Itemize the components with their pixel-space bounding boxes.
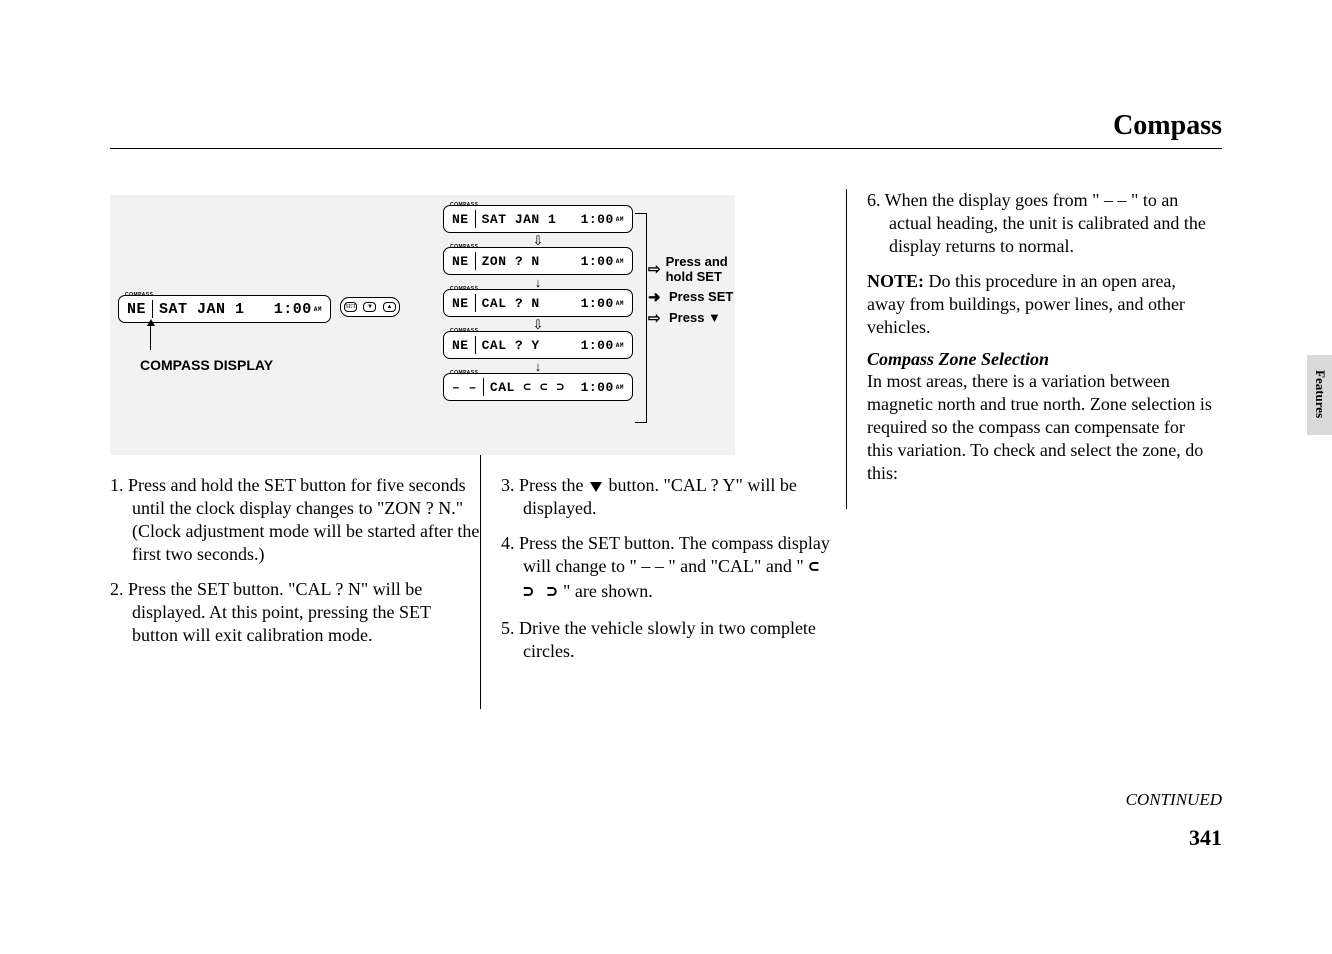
lcd-mid: CAL ? N [482, 296, 540, 311]
figure-compass-calibration: COMPASS NE SAT JAN 1 1:00 AM SET ▼ ▲ COM… [110, 195, 735, 455]
lcd-left: NE [452, 212, 469, 227]
lcd-left: NE [452, 296, 469, 311]
lcd-step-3: COMPASS NE CAL ? N 1:00AM [443, 289, 633, 317]
note-label: NOTE: [867, 271, 924, 291]
compass-tag: COMPASS [450, 286, 478, 292]
step-1: 1. Press and hold the SET button for fiv… [110, 474, 480, 566]
page-title: Compass [110, 110, 1222, 149]
lcd-time: 1:00 [581, 296, 614, 311]
step-4-post: " are shown. [558, 581, 652, 601]
step-4-pre: 4. Press the SET button. The compass dis… [501, 533, 830, 576]
clock-button-cluster: SET ▼ ▲ [340, 297, 400, 317]
lcd-ampm: AM [314, 306, 322, 313]
lcd-date: SAT JAN 1 [159, 301, 245, 318]
set-button-icon: SET [344, 302, 357, 312]
step-6: 6. When the display goes from " – – " to… [867, 189, 1212, 258]
lcd-mid: CAL ? Y [482, 338, 540, 353]
pointer-arrow-icon [150, 325, 151, 350]
step-3: 3. Press the button. "CAL ? Y" will be d… [501, 474, 831, 520]
annot-text: Press ▼ [669, 311, 721, 326]
note-paragraph: NOTE: Do this procedure in an open area,… [867, 270, 1212, 339]
step-5: 5. Drive the vehicle slowly in two compl… [501, 617, 831, 663]
continued-label: CONTINUED [1126, 790, 1222, 810]
lcd-left: – – [452, 380, 477, 395]
open-right-arrow-icon: ⇨ [648, 310, 664, 327]
annot-text: Press and hold SET [666, 255, 748, 285]
up-button-icon: ▲ [383, 302, 396, 312]
lcd-ampm: AM [616, 216, 624, 223]
step-3-pre: 3. Press the [501, 475, 588, 495]
lcd-left: NE [452, 338, 469, 353]
compass-display-label: COMPASS DISPLAY [140, 357, 273, 373]
compass-tag: COMPASS [450, 370, 478, 376]
figure-annotations: ⇨ Press and hold SET ➜ Press SET ⇨ Press… [648, 255, 748, 331]
lcd-step-5: COMPASS – – CAL ⊂ ⊂ ⊃ 1:00AM [443, 373, 633, 401]
compass-tag: COMPASS [450, 202, 478, 208]
lcd-step-1: COMPASS NE SAT JAN 1 1:00AM [443, 205, 633, 233]
lcd-time: 1:00 [274, 301, 312, 318]
subsection-heading: Compass Zone Selection [867, 349, 1212, 370]
open-down-arrow-icon: ⇩ [533, 318, 544, 331]
lcd-time: 1:00 [581, 380, 614, 395]
lcd-mid: CAL ⊂ ⊂ ⊃ [490, 380, 565, 395]
zone-paragraph: In most areas, there is a variation betw… [867, 370, 1212, 485]
open-down-arrow-icon: ⇩ [533, 234, 544, 247]
annot-text-inner: Press ▼ [669, 310, 721, 325]
lcd-heading: NE [127, 301, 146, 318]
compass-tag: COMPASS [450, 328, 478, 334]
solid-down-arrow-icon: ↓ [535, 276, 542, 289]
open-right-arrow-icon: ⇨ [648, 261, 661, 278]
lcd-left: NE [452, 254, 469, 269]
lcd-ampm: AM [616, 300, 624, 307]
separator-icon [152, 300, 153, 318]
annot-press-down: ⇨ Press ▼ [648, 310, 748, 327]
solid-down-arrow-icon: ↓ [535, 360, 542, 373]
compass-tag: COMPASS [450, 244, 478, 250]
lcd-ampm: AM [616, 342, 624, 349]
annot-text: Press SET [669, 290, 733, 305]
page-number: 341 [1189, 825, 1222, 851]
bracket-icon [635, 213, 647, 423]
lcd-ampm: AM [616, 258, 624, 265]
lcd-mid: SAT JAN 1 [482, 212, 557, 227]
lcd-time: 1:00 [581, 254, 614, 269]
lcd-step-4: COMPASS NE CAL ? Y 1:00AM [443, 331, 633, 359]
lcd-ampm: AM [616, 384, 624, 391]
lcd-step-2: COMPASS NE ZON ? N 1:00AM [443, 247, 633, 275]
compass-tag: COMPASS [125, 292, 153, 298]
solid-right-arrow-icon: ➜ [648, 289, 664, 306]
step-4: 4. Press the SET button. The compass dis… [501, 532, 831, 605]
lcd-mid: ZON ? N [482, 254, 540, 269]
display-sequence-stack: COMPASS NE SAT JAN 1 1:00AM ⇩ COMPASS NE… [438, 205, 638, 402]
down-button-icon: ▼ [363, 302, 376, 312]
lcd-time: 1:00 [581, 212, 614, 227]
annot-press-hold-set: ⇨ Press and hold SET [648, 255, 748, 285]
lcd-time: 1:00 [581, 338, 614, 353]
annot-press-set: ➜ Press SET [648, 289, 748, 306]
side-tab-label: Features [1312, 370, 1328, 418]
step-2: 2. Press the SET button. "CAL ? N" will … [110, 578, 480, 647]
column-3: 6. When the display goes from " – – " to… [847, 189, 1212, 709]
down-triangle-icon [590, 482, 602, 492]
